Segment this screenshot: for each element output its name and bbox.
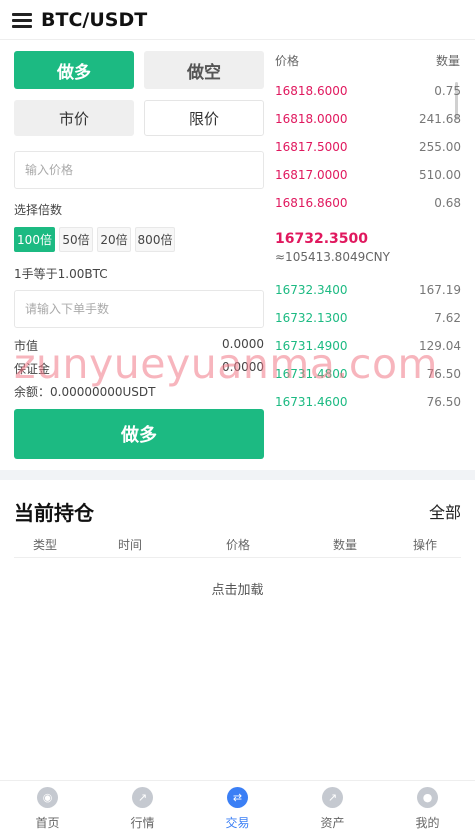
bid-price: 16731.4800 [275,367,348,381]
leverage-option-800[interactable]: 800倍 [135,227,175,252]
bid-price: 16731.4600 [275,395,348,409]
last-price: 16732.3500 [275,231,368,247]
bid-row[interactable]: 16732.1300 7.62 [275,311,461,331]
trade-icon: ⇄ [227,787,248,808]
bid-qty: 76.50 [426,395,461,409]
ask-price: 16817.5000 [275,140,348,154]
bid-price: 16731.4900 [275,339,348,353]
top-header: BTC/USDT [0,0,475,40]
market-value-label: 市值 [14,339,39,353]
tab-profile-label: 我的 [415,816,440,830]
price-input[interactable] [14,151,264,189]
lot-info: 1手等于1.00BTC [14,267,108,281]
orderbook-price-header: 价格 [275,54,300,68]
bid-qty: 129.04 [419,339,461,353]
bottom-tab-bar: ◉ 首页 ↗ 行情 ⇄ 交易 ↗ 资产 ● 我的 [0,780,475,831]
bid-price: 16732.1300 [275,311,348,325]
tab-market[interactable]: ↗ 行情 [95,781,190,832]
all-positions-link[interactable]: 全部 [429,499,461,523]
quantity-input[interactable] [14,290,264,328]
leverage-option-20[interactable]: 20倍 [97,227,131,252]
leverage-option-50[interactable]: 50倍 [59,227,93,252]
table-header-divider [14,557,461,558]
ask-price: 16817.0000 [275,168,348,182]
tab-home[interactable]: ◉ 首页 [0,781,95,832]
ask-row[interactable]: 16818.6000 0.75 [275,84,461,104]
bid-qty: 76.50 [426,367,461,381]
market-trend-icon: ↗ [132,787,153,808]
ask-qty: 0.75 [434,84,461,98]
section-divider [0,470,475,480]
bid-price: 16732.3400 [275,283,348,297]
tab-profile[interactable]: ● 我的 [380,781,475,832]
positions-title: 当前持仓 [14,501,94,525]
orderbook-qty-header: 数量 [436,54,461,68]
margin-row: 保证金 0.0000 [14,360,264,377]
menu-icon[interactable] [12,13,32,29]
market-value-row: 市值 0.0000 [14,337,264,354]
submit-long-button[interactable]: 做多 [14,409,264,459]
assets-icon: ↗ [322,787,343,808]
short-tab-button[interactable]: 做空 [144,51,264,89]
limit-order-button[interactable]: 限价 [144,100,264,136]
ask-row[interactable]: 16817.0000 510.00 [275,168,461,188]
column-header-quantity: 数量 [333,538,358,552]
leverage-label: 选择倍数 [14,203,63,217]
ask-qty: 0.68 [434,196,461,210]
tab-trade-label: 交易 [225,816,250,830]
tab-assets[interactable]: ↗ 资产 [285,781,380,832]
margin-value: 0.0000 [222,360,264,374]
column-header-action: 操作 [413,538,438,552]
bid-qty: 7.62 [434,311,461,325]
ask-row[interactable]: 16817.5000 255.00 [275,140,461,160]
ask-price: 16818.0000 [275,112,348,126]
page-title: BTC/USDT [41,9,148,31]
tab-home-label: 首页 [35,816,60,830]
tab-market-label: 行情 [130,816,155,830]
balance-text: 余额：0.00000000USDT [14,385,156,399]
ask-qty: 241.68 [419,112,461,126]
ask-row[interactable]: 16818.0000 241.68 [275,112,461,132]
ask-qty: 255.00 [419,140,461,154]
market-order-button[interactable]: 市价 [14,100,134,136]
bid-row[interactable]: 16731.4800 76.50 [275,367,461,387]
ask-price: 16818.6000 [275,84,348,98]
long-tab-button[interactable]: 做多 [14,51,134,89]
margin-label: 保证金 [14,362,51,376]
tab-trade[interactable]: ⇄ 交易 [190,781,285,832]
ask-qty: 510.00 [419,168,461,182]
ask-price: 16816.8600 [275,196,348,210]
column-header-price: 价格 [226,538,251,552]
bid-row[interactable]: 16731.4600 76.50 [275,395,461,415]
bid-row[interactable]: 16731.4900 129.04 [275,339,461,359]
bid-qty: 167.19 [419,283,461,297]
tab-assets-label: 资产 [320,816,345,830]
load-more-button[interactable]: 点击加载 [0,579,475,598]
column-header-time: 时间 [118,538,143,552]
leverage-option-100[interactable]: 100倍 [14,227,55,252]
market-value: 0.0000 [222,337,264,351]
user-icon: ● [417,787,438,808]
home-icon: ◉ [37,787,58,808]
column-header-type: 类型 [33,538,58,552]
bid-row[interactable]: 16732.3400 167.19 [275,283,461,303]
last-price-cny: ≈105413.8049CNY [275,250,390,264]
ask-row[interactable]: 16816.8600 0.68 [275,196,461,216]
